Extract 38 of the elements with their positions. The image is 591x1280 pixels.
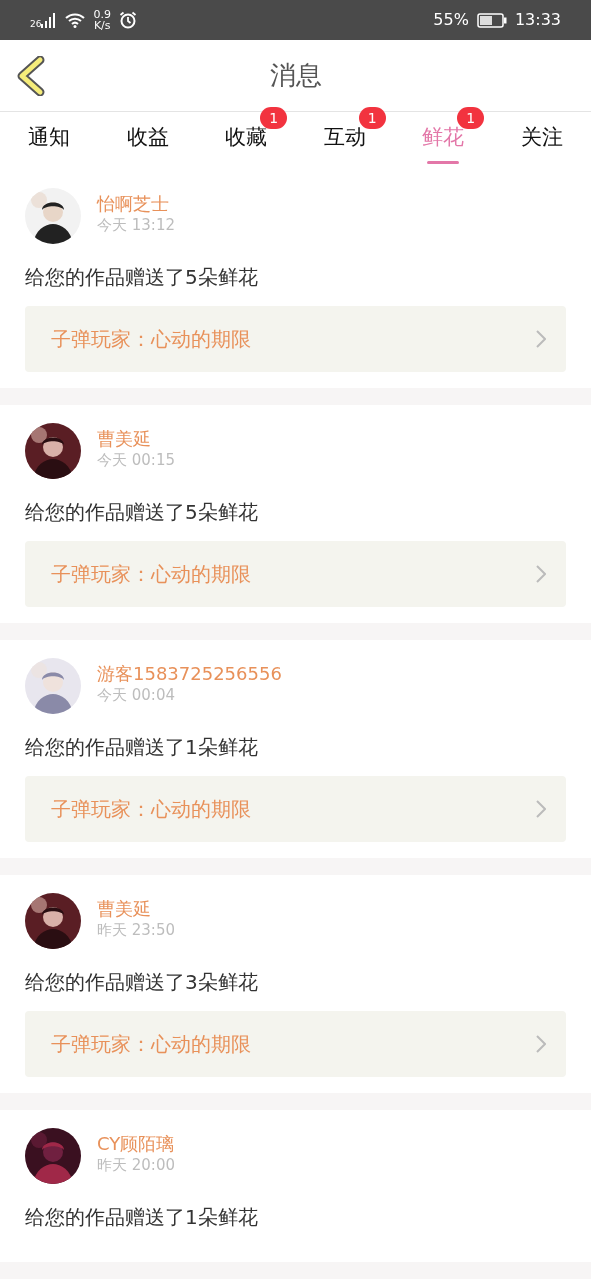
message-text: 给您的作品赠送了5朵鲜花 bbox=[25, 499, 259, 526]
book-link[interactable]: 子弹玩家：心动的期限 bbox=[25, 306, 566, 372]
message-text: 给您的作品赠送了5朵鲜花 bbox=[25, 264, 259, 291]
book-link[interactable]: 子弹玩家：心动的期限 bbox=[25, 776, 566, 842]
battery-label: 55% bbox=[433, 9, 469, 31]
message-time: 今天 00:04 bbox=[97, 685, 176, 705]
user-name[interactable]: 怡啊芝士 bbox=[97, 193, 175, 215]
page-title: 消息 bbox=[269, 59, 322, 92]
message-text: 给您的作品赠送了3朵鲜花 bbox=[25, 969, 259, 996]
message-text: 给您的作品赠送了1朵鲜花 bbox=[25, 734, 259, 761]
message-time: 今天 13:12 bbox=[97, 215, 175, 235]
user-name[interactable]: 曹美延 bbox=[97, 428, 175, 450]
tab[interactable]: 关注 bbox=[520, 112, 563, 170]
chevron-right-icon bbox=[536, 800, 546, 818]
book-link[interactable]: 子弹玩家：心动的期限 bbox=[25, 1011, 566, 1077]
count-badge: 1 bbox=[457, 107, 485, 129]
battery-icon bbox=[476, 12, 507, 28]
user-name[interactable]: 游客1583725256556 bbox=[97, 663, 282, 685]
wifi-icon bbox=[65, 12, 86, 28]
message-time: 昨天 20:00 bbox=[97, 1155, 175, 1175]
signal-icon bbox=[41, 12, 58, 28]
network-label: 26 bbox=[30, 20, 42, 29]
tab[interactable]: 通知 bbox=[28, 112, 71, 170]
chevron-right-icon bbox=[536, 565, 546, 583]
speed-label: 0.9 bbox=[93, 9, 111, 20]
count-badge: 1 bbox=[260, 107, 288, 129]
message-text: 给您的作品赠送了1朵鲜花 bbox=[25, 1204, 259, 1231]
clock-time: 13:33 bbox=[514, 9, 561, 31]
message-time: 昨天 23:50 bbox=[97, 920, 175, 940]
book-link[interactable]: 子弹玩家：心动的期限 bbox=[25, 541, 566, 607]
user-name[interactable]: CY顾陌璃 bbox=[97, 1133, 175, 1155]
chevron-right-icon bbox=[536, 330, 546, 348]
chevron-right-icon bbox=[536, 1035, 546, 1053]
user-name[interactable]: 曹美延 bbox=[97, 898, 175, 920]
message-time: 今天 00:15 bbox=[97, 450, 175, 470]
tab[interactable]: 收益 bbox=[126, 112, 169, 170]
alarm-icon bbox=[118, 11, 137, 29]
speed-label: K/s bbox=[93, 20, 111, 31]
